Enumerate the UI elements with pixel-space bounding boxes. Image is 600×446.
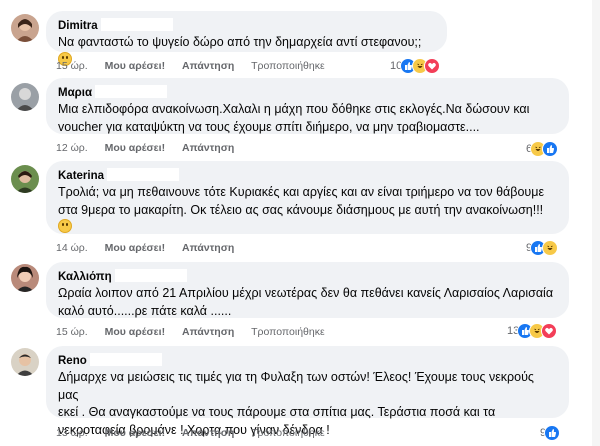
reactions-summary[interactable]: 9 bbox=[526, 239, 559, 257]
reactions-summary[interactable]: 13 bbox=[507, 322, 558, 340]
edited-label: Τροποποιήθηκε bbox=[251, 427, 325, 439]
comment-bubble: Reno Δήμαρχε να μειώσεις τις τιμές για τ… bbox=[46, 346, 569, 437]
comment-author[interactable]: Καλλιόπη bbox=[58, 269, 557, 285]
redacted-name bbox=[95, 85, 168, 98]
reply-link[interactable]: Απάντηση bbox=[182, 242, 234, 254]
comment-time[interactable]: 14 ώρ. bbox=[56, 242, 88, 254]
avatar[interactable] bbox=[11, 264, 39, 292]
reply-link[interactable]: Απάντηση bbox=[182, 142, 234, 154]
reactions-summary[interactable]: 10 bbox=[390, 57, 441, 75]
comment-author[interactable]: Katerina bbox=[58, 168, 557, 184]
avatar[interactable] bbox=[11, 348, 39, 376]
comment-bubble: Dimitra Να φανταστώ το ψυγείο δώρο από τ… bbox=[46, 11, 447, 66]
comment-text: Ωραία λοιπον από 21 Απριλίου μέχρι νεωτέ… bbox=[58, 286, 554, 318]
reply-link[interactable]: Απάντηση bbox=[182, 60, 234, 72]
redacted-name bbox=[100, 18, 173, 31]
avatar[interactable] bbox=[11, 14, 39, 42]
edited-label: Τροποποιήθηκε bbox=[251, 60, 325, 72]
redacted-name bbox=[114, 269, 187, 282]
comment-time[interactable]: 15 ώρ. bbox=[56, 326, 88, 338]
comment-author[interactable]: Dimitra bbox=[58, 18, 435, 34]
comment-author[interactable]: Reno bbox=[58, 353, 557, 369]
like-link[interactable]: Μου αρέσει! bbox=[105, 60, 165, 72]
like-reaction-icon bbox=[544, 425, 561, 441]
smile-emoji-icon bbox=[58, 219, 72, 233]
comment-bubble: Καλλιόπη Ωραία λοιπον από 21 Απριλίου μέ… bbox=[46, 262, 569, 318]
avatar[interactable] bbox=[11, 83, 39, 111]
scrollbar[interactable] bbox=[592, 0, 600, 446]
like-link[interactable]: Μου αρέσει! bbox=[105, 326, 165, 338]
comment-text: Μια ελπιδοφόρα ανακοίνωση.Χαλαλι η μάχη … bbox=[58, 102, 530, 134]
reply-link[interactable]: Απάντηση bbox=[182, 326, 234, 338]
love-reaction-icon bbox=[424, 58, 441, 74]
comment-actions: 13 ώρ. Μου αρέσει! Απάντηση Τροποποιήθηκ… bbox=[56, 427, 339, 440]
comment-author[interactable]: Μαρια bbox=[58, 85, 557, 101]
comment-time[interactable]: 12 ώρ. bbox=[56, 142, 88, 154]
like-link[interactable]: Μου αρέσει! bbox=[105, 427, 165, 439]
comment-actions: 14 ώρ. Μου αρέσει! Απάντηση bbox=[56, 242, 248, 255]
comment-time[interactable]: 13 ώρ. bbox=[56, 427, 88, 439]
comment-bubble: Μαρια Μια ελπιδοφόρα ανακοίνωση.Χαλαλι η… bbox=[46, 78, 569, 134]
redacted-name bbox=[89, 353, 162, 366]
reactions-summary[interactable]: 6 bbox=[526, 140, 559, 158]
avatar[interactable] bbox=[11, 165, 39, 193]
like-link[interactable]: Μου αρέσει! bbox=[105, 142, 165, 154]
edited-label: Τροποποιήθηκε bbox=[251, 326, 325, 338]
haha-reaction-icon bbox=[542, 240, 559, 256]
love-reaction-icon bbox=[541, 323, 558, 339]
like-link[interactable]: Μου αρέσει! bbox=[105, 242, 165, 254]
comment-time[interactable]: 15 ώρ. bbox=[56, 60, 88, 72]
comment-actions: 12 ώρ. Μου αρέσει! Απάντηση bbox=[56, 142, 248, 155]
redacted-name bbox=[107, 168, 180, 181]
comment-actions: 15 ώρ. Μου αρέσει! Απάντηση Τροποποιήθηκ… bbox=[56, 60, 339, 73]
comment-text: Τρολιά; να μη πεθαινουνε τότε Κυριακές κ… bbox=[58, 184, 557, 237]
comment-bubble: Katerina Τρολιά; να μη πεθαινουνε τότε Κ… bbox=[46, 161, 569, 234]
comment-actions: 15 ώρ. Μου αρέσει! Απάντηση Τροποποιήθηκ… bbox=[56, 326, 339, 339]
reactions-summary[interactable]: 9 bbox=[540, 424, 561, 442]
like-reaction-icon bbox=[542, 141, 559, 157]
reply-link[interactable]: Απάντηση bbox=[182, 427, 234, 439]
